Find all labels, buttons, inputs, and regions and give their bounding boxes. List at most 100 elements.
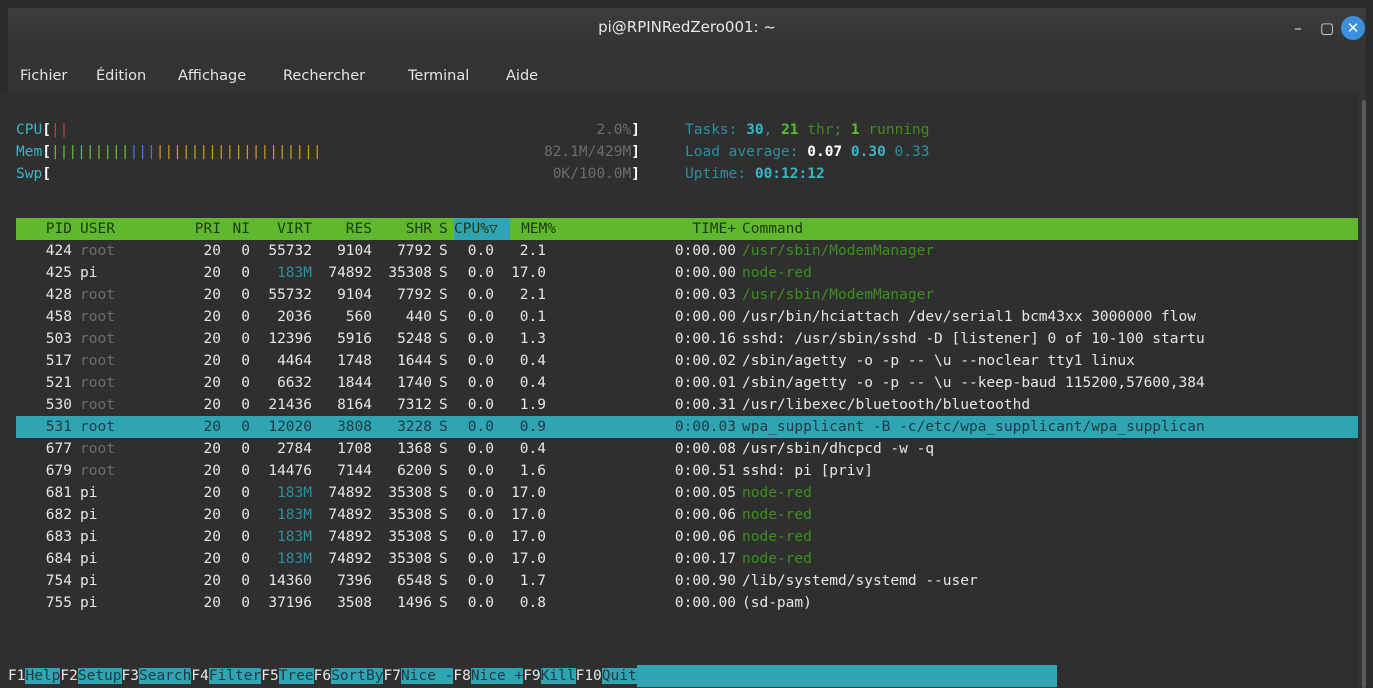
cell-mem: 1.3 xyxy=(519,331,546,347)
cell-cpu: 0.0 xyxy=(467,309,494,325)
col-ni[interactable]: NI xyxy=(226,218,250,240)
cell-pri: 20 xyxy=(203,397,221,413)
cell-ni: 0 xyxy=(241,397,250,413)
cell-cmd: /usr/sbin/ModemManager xyxy=(742,287,935,303)
process-row[interactable]: 681 pi 20 0 183M 74892 35308 S 0.0 17.0 0:00.05 nod… xyxy=(16,482,1358,504)
fkey-f1[interactable]: F1Help xyxy=(8,665,61,687)
cell-ni: 0 xyxy=(241,419,250,435)
process-row[interactable]: 754 pi 20 0 14360 7396 6548 S 0.0 1.7 0:00.90/lib/… xyxy=(16,570,1358,592)
col-command[interactable]: Command xyxy=(742,218,803,240)
cell-cpu: 0.0 xyxy=(467,463,494,479)
cell-time: 0:00.16 xyxy=(674,331,736,347)
menu-aide[interactable]: Aide xyxy=(506,68,538,84)
process-row[interactable]: 425 pi 20 0 183M 74892 35308 S 0.0 17.0 0:00.00 nod… xyxy=(16,262,1358,284)
fkey-f7[interactable]: F7Nice - xyxy=(383,665,454,687)
cell-cmd: wpa_supplicant -B -c/etc/wpa_supplicant/… xyxy=(742,419,1205,435)
process-row[interactable]: 458 root 20 0 2036 560 440 S 0.0 0.1 0:00.00/usr/b… xyxy=(16,306,1358,328)
process-row[interactable]: 755 pi 20 0 37196 3508 1496 S 0.0 0.8 0:00.00 (sd-p… xyxy=(16,592,1358,614)
process-row[interactable]: 424 root 20 0 55732 9104 7792 S 0.0 2.1 0:00.00/us… xyxy=(16,240,1358,262)
process-row[interactable]: 683 pi 20 0 183M 74892 35308 S 0.0 17.0 0:00.06 nod… xyxy=(16,526,1358,548)
cell-ni: 0 xyxy=(241,507,250,523)
fkey-f3[interactable]: F3Search xyxy=(121,665,192,687)
process-row[interactable]: 503 root 20 0 12396 5916 5248 S 0.0 1.3 0:00.16 ssh… xyxy=(16,328,1358,350)
col-s[interactable]: S xyxy=(439,218,448,240)
cell-ni: 0 xyxy=(241,375,250,391)
close-button[interactable]: ✕ xyxy=(1341,16,1365,40)
fkey-f2[interactable]: F2Setup xyxy=(60,665,122,687)
fkey-key: F3 xyxy=(121,668,139,684)
fkey-f9[interactable]: F9Kill xyxy=(523,665,576,687)
cell-cpu: 0.0 xyxy=(467,507,494,523)
fkey-f6[interactable]: F6SortBy xyxy=(313,665,384,687)
cell-pri: 20 xyxy=(203,287,221,303)
cell-s: S xyxy=(439,375,448,391)
menu-bar: Fichier Édition Affichage Rechercher Ter… xyxy=(8,62,1366,92)
cell-pid: 424 xyxy=(45,243,72,259)
menu-rechercher[interactable]: Rechercher xyxy=(283,68,365,84)
fkey-label: Tree xyxy=(278,668,314,684)
process-row[interactable]: 682 pi 20 0 183M 74892 35308 S 0.0 17.0 0:00.06 nod… xyxy=(16,504,1358,526)
process-row[interactable]: 428 root 20 0 55732 9104 7792 S 0.0 2.1 0:00.03/us… xyxy=(16,284,1358,306)
menu-affichage[interactable]: Affichage xyxy=(178,68,246,84)
col-pid[interactable]: PID xyxy=(16,218,72,240)
cell-res: 9104 xyxy=(337,287,372,303)
fkey-f4[interactable]: F4Filter xyxy=(191,665,262,687)
fkey-f8[interactable]: F8Nice + xyxy=(453,665,524,687)
cell-res: 8164 xyxy=(337,397,372,413)
cell-cmd: node-red xyxy=(742,265,812,281)
cell-res: 74892 xyxy=(328,265,372,281)
cell-shr: 35308 xyxy=(388,265,432,281)
menu-fichier[interactable]: Fichier xyxy=(20,68,67,84)
menu-edition[interactable]: Édition xyxy=(96,68,146,84)
cell-pid: 521 xyxy=(45,375,72,391)
cell-ni: 0 xyxy=(241,463,250,479)
cell-shr: 35308 xyxy=(388,507,432,523)
cell-s: S xyxy=(439,573,448,589)
cell-cmd: /lib/systemd/systemd --user xyxy=(742,573,978,589)
cell-virt: 12020 xyxy=(268,419,312,435)
cell-s: S xyxy=(439,243,448,259)
process-row[interactable]: 521 root 20 0 6632 1844 1740 S 0.0 0.4 0:00.01/sbi… xyxy=(16,372,1358,394)
cell-ni: 0 xyxy=(241,441,250,457)
col-shr[interactable]: SHR xyxy=(376,218,432,240)
cell-pid: 531 xyxy=(45,419,72,435)
cell-cpu: 0.0 xyxy=(467,485,494,501)
cell-shr: 1644 xyxy=(397,353,432,369)
cell-s: S xyxy=(439,441,448,457)
terminal-area[interactable]: CPU[|| 2.0%] Mem[|||||||||||||||||||||||… xyxy=(0,92,1358,688)
title-bar[interactable]: pi@RPINRedZero001: ~ – ▢ ✕ xyxy=(8,8,1366,48)
col-pri[interactable]: PRI xyxy=(181,218,221,240)
process-row[interactable]: 517 root 20 0 4464 1748 1644 S 0.0 0.4 0:00.02/sbi… xyxy=(16,350,1358,372)
cell-time: 0:00.51 xyxy=(674,463,736,479)
cell-mem: 2.1 xyxy=(519,243,546,259)
cell-ni: 0 xyxy=(241,595,250,611)
cell-shr: 6200 xyxy=(397,463,432,479)
cell-pri: 20 xyxy=(203,419,221,435)
fkey-f5[interactable]: F5Tree xyxy=(261,665,314,687)
scrollbar[interactable] xyxy=(1362,100,1366,688)
cell-cpu: 0.0 xyxy=(467,287,494,303)
col-user[interactable]: USER xyxy=(80,218,115,240)
col-mem[interactable]: MEM% xyxy=(506,218,556,240)
process-row[interactable]: 684 pi 20 0 183M 74892 35308 S 0.0 17.0 0:00.17 nod… xyxy=(16,548,1358,570)
process-row[interactable]: 677 root 20 0 2784 1708 1368 S 0.0 0.4 0:00.08/usr… xyxy=(16,438,1358,460)
maximize-button[interactable]: ▢ xyxy=(1315,16,1339,40)
process-row[interactable]: 679 root 20 0 14476 7144 6200 S 0.0 1.6 0:00.51 ssh… xyxy=(16,460,1358,482)
menu-terminal[interactable]: Terminal xyxy=(408,68,469,84)
fkey-f10[interactable]: F10Quit xyxy=(575,665,637,687)
col-virt[interactable]: VIRT xyxy=(256,218,312,240)
cell-virt: 21436 xyxy=(268,397,312,413)
col-res[interactable]: RES xyxy=(316,218,372,240)
cell-s: S xyxy=(439,507,448,523)
cell-shr: 6548 xyxy=(397,573,432,589)
col-cpu[interactable]: CPU%▽ xyxy=(454,218,510,240)
col-time[interactable]: TIME+ xyxy=(656,218,736,240)
cell-res: 74892 xyxy=(328,551,372,567)
minimize-button[interactable]: – xyxy=(1286,16,1310,40)
cell-time: 0:00.90 xyxy=(674,573,736,589)
cpu-bar: || xyxy=(50,122,69,138)
process-row[interactable]: 530 root 20 0 21436 8164 7312 S 0.0 1.9 0:00.31/us… xyxy=(16,394,1358,416)
swp-label: Swp xyxy=(16,166,43,182)
process-row[interactable]: 531 root 20 0 12020 3808 3228 S 0.0 0.9 0:00.03 wpa… xyxy=(16,416,1358,438)
cpu-meter-value: 2.0%] xyxy=(596,122,640,138)
